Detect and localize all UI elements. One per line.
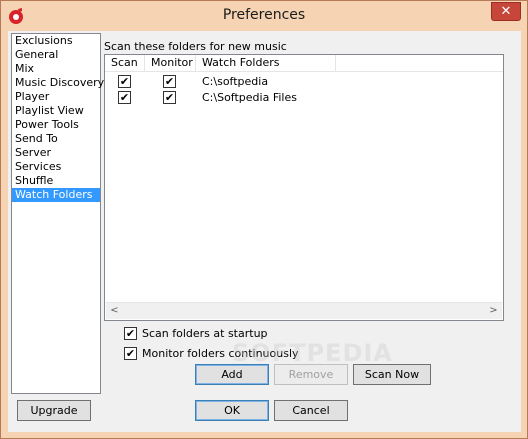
table-header: Scan Monitor Watch Folders — [105, 55, 503, 72]
close-button[interactable]: ✕ — [491, 2, 521, 21]
section-label: Scan these folders for new music — [104, 40, 287, 53]
monitor-checkbox[interactable]: ✔ — [163, 91, 176, 104]
table-row[interactable]: ✔ ✔ C:\softpedia — [105, 74, 503, 90]
scroll-left-icon[interactable]: < — [106, 303, 123, 319]
nav-item-server[interactable]: Server — [12, 146, 100, 160]
table-row[interactable]: ✔ ✔ C:\Softpedia Files — [105, 90, 503, 106]
nav-item-music-discovery[interactable]: Music Discovery — [12, 76, 104, 90]
title-bar[interactable]: Preferences ✕ — [1, 1, 527, 32]
category-list[interactable]: Exclusions General Mix Music Discovery P… — [11, 33, 104, 394]
nav-item-general[interactable]: General — [12, 48, 100, 62]
add-button[interactable]: Add — [195, 364, 269, 385]
scan-checkbox[interactable]: ✔ — [118, 91, 131, 104]
preferences-window: Preferences ✕ Exclusions General Mix Mus… — [0, 0, 528, 439]
nav-item-shuffle[interactable]: Shuffle — [12, 174, 100, 188]
column-header-watch-folders[interactable]: Watch Folders — [196, 55, 336, 72]
horizontal-scrollbar[interactable]: < > — [106, 302, 502, 319]
folder-path: C:\softpedia — [202, 75, 269, 88]
nav-item-exclusions[interactable]: Exclusions — [12, 34, 100, 48]
nav-item-mix[interactable]: Mix — [12, 62, 100, 76]
cancel-button[interactable]: Cancel — [274, 400, 348, 421]
watch-folders-table[interactable]: Scan Monitor Watch Folders ✔ ✔ C:\softpe… — [104, 54, 504, 321]
softpedia-watermark: SOFTPEDIA — [232, 339, 393, 367]
scan-startup-checkbox[interactable]: ✔ — [124, 327, 137, 340]
nav-item-power-tools[interactable]: Power Tools — [12, 118, 100, 132]
folder-path: C:\Softpedia Files — [202, 91, 297, 104]
nav-item-player[interactable]: Player — [12, 90, 100, 104]
monitor-continuous-checkbox[interactable]: ✔ — [124, 347, 137, 360]
window-title: Preferences — [222, 7, 306, 23]
dialog-body: Exclusions General Mix Music Discovery P… — [8, 31, 521, 432]
remove-button[interactable]: Remove — [274, 364, 348, 385]
nav-item-playlist-view[interactable]: Playlist View — [12, 104, 100, 118]
scan-now-button[interactable]: Scan Now — [353, 364, 431, 385]
scroll-right-icon[interactable]: > — [485, 303, 502, 319]
upgrade-button[interactable]: Upgrade — [17, 400, 91, 421]
nav-item-send-to[interactable]: Send To — [12, 132, 100, 146]
column-header-monitor[interactable]: Monitor — [145, 55, 196, 72]
monitor-checkbox[interactable]: ✔ — [163, 75, 176, 88]
nav-item-watch-folders[interactable]: Watch Folders — [12, 188, 100, 202]
column-header-scan[interactable]: Scan — [105, 55, 145, 72]
scan-checkbox[interactable]: ✔ — [118, 75, 131, 88]
ok-button[interactable]: OK — [195, 400, 269, 421]
nav-item-services[interactable]: Services — [12, 160, 100, 174]
